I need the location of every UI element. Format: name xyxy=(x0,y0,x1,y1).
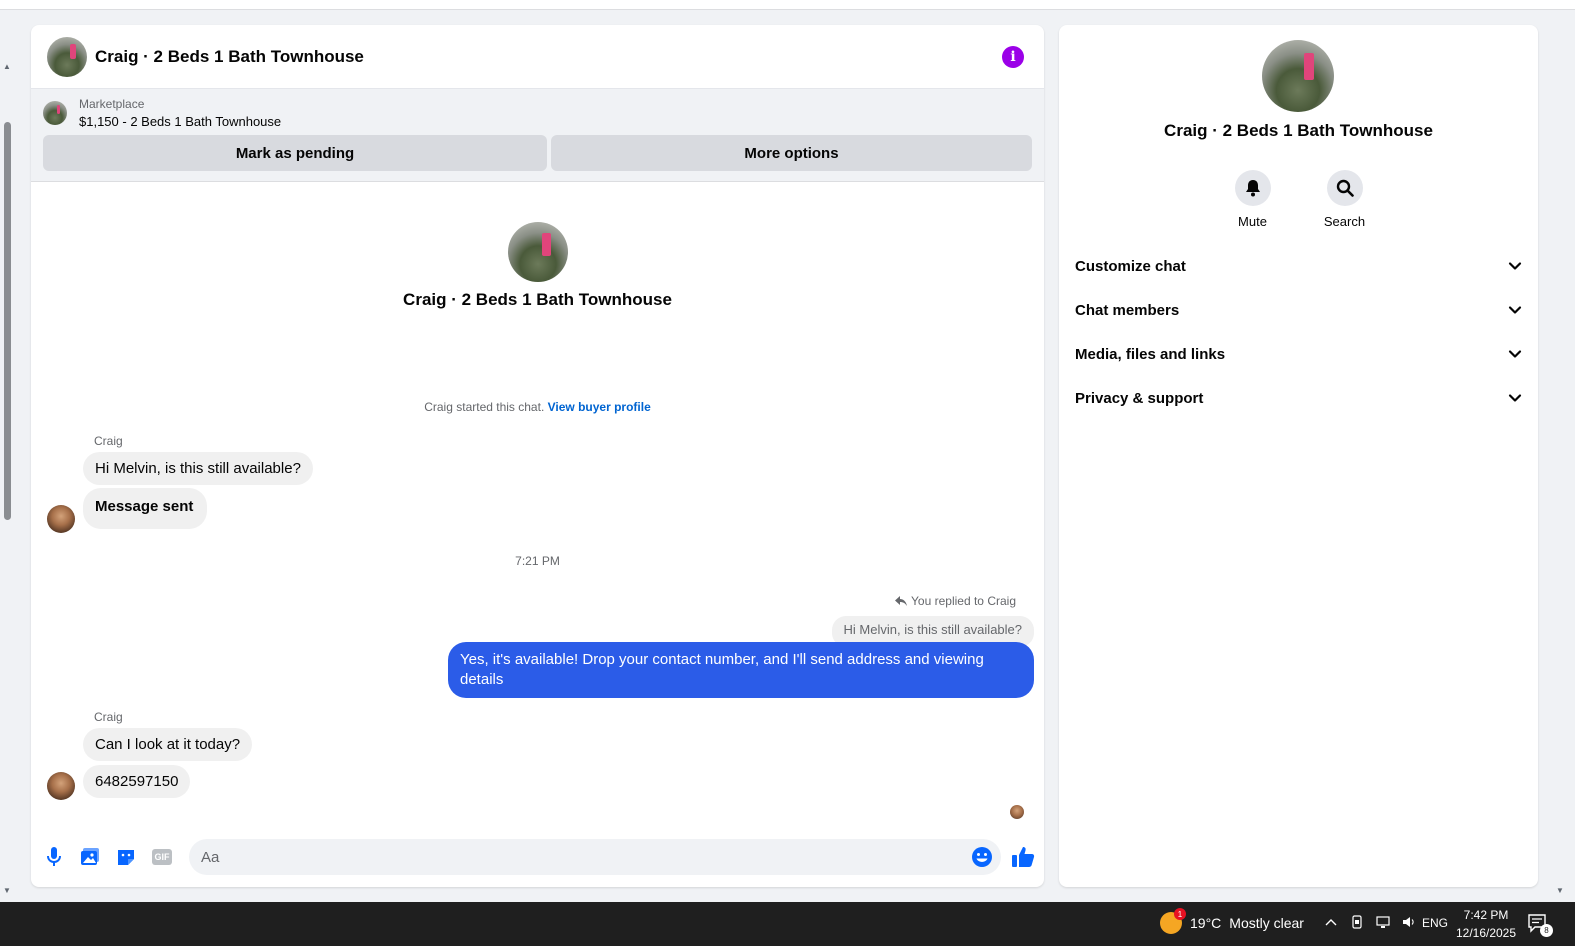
incoming-message[interactable]: Hi Melvin, is this still available? xyxy=(83,452,313,485)
scroll-up-arrow-icon[interactable]: ▲ xyxy=(3,62,11,71)
language-indicator[interactable]: ENG xyxy=(1422,916,1448,930)
chat-title[interactable]: Craig · 2 Beds 1 Bath Townhouse xyxy=(95,47,364,67)
taskbar: 1 19°C Mostly clear ENG 7:42 PM 12/16/20… xyxy=(0,902,1575,946)
sidebar-item-customize-chat[interactable]: Customize chat xyxy=(1059,244,1538,288)
mute-button[interactable]: Mute xyxy=(1225,170,1281,229)
craig-avatar[interactable] xyxy=(47,772,75,800)
notification-count: 8 xyxy=(1540,924,1553,937)
weather-badge: 1 xyxy=(1174,908,1186,920)
sidebar-item-label: Customize chat xyxy=(1075,257,1186,275)
sidebar-item-privacy-support[interactable]: Privacy & support xyxy=(1059,376,1538,420)
sidebar-menu: Customize chat Chat members Media, files… xyxy=(1059,244,1538,420)
marketplace-banner: Marketplace $1,150 - 2 Beds 1 Bath Townh… xyxy=(31,89,1044,182)
page-scrollbar[interactable]: ▲ ▼ xyxy=(0,10,14,902)
volume-icon[interactable] xyxy=(1402,915,1416,929)
sidebar-item-media-files-links[interactable]: Media, files and links xyxy=(1059,332,1538,376)
weather-widget[interactable]: 1 19°C Mostly clear xyxy=(1160,908,1304,934)
weather-icon: 1 xyxy=(1160,908,1186,934)
marketplace-label: Marketplace xyxy=(79,97,145,111)
chat-intro: Craig · 2 Beds 1 Bath Townhouse xyxy=(31,222,1044,310)
message-input[interactable] xyxy=(189,839,1001,875)
started-text: Craig started this chat. xyxy=(424,400,545,414)
mute-label: Mute xyxy=(1238,214,1267,229)
sidebar-avatar[interactable] xyxy=(1262,40,1334,112)
clock-date: 12/16/2025 xyxy=(1455,926,1517,940)
sidebar-actions: Mute Search xyxy=(1059,170,1538,229)
search-icon xyxy=(1336,179,1354,197)
chevron-down-icon xyxy=(1508,350,1522,358)
intro-avatar xyxy=(507,222,568,282)
craig-avatar[interactable] xyxy=(47,505,75,533)
weather-temp: 19°C xyxy=(1190,915,1222,931)
sticker-icon[interactable] xyxy=(115,846,137,868)
info-icon[interactable]: i xyxy=(1002,45,1024,68)
bell-icon xyxy=(1245,180,1260,197)
time-separator: 7:21 PM xyxy=(515,554,560,568)
chevron-up-icon[interactable] xyxy=(1324,915,1338,929)
network-icon[interactable] xyxy=(1376,915,1390,929)
meet-icon[interactable] xyxy=(1350,915,1364,929)
more-options-button[interactable]: More options xyxy=(551,135,1032,171)
sidebar-title: Craig · 2 Beds 1 Bath Townhouse xyxy=(1164,121,1433,140)
scroll-down-arrow-icon[interactable]: ▼ xyxy=(3,886,11,895)
clock[interactable]: 7:42 PM 12/16/2025 xyxy=(1454,906,1518,942)
sender-name: Craig xyxy=(94,710,123,724)
sender-name: Craig xyxy=(94,434,123,448)
chat-info-sidebar: Craig · 2 Beds 1 Bath Townhouse Mute Sea… xyxy=(1059,25,1538,887)
system-tray xyxy=(1324,915,1416,929)
message-composer: GIF xyxy=(31,837,1044,877)
mark-as-pending-button[interactable]: Mark as pending xyxy=(43,135,547,171)
search-button[interactable]: Search xyxy=(1317,170,1373,229)
chat-panel: Craig · 2 Beds 1 Bath Townhouse i Market… xyxy=(31,25,1044,887)
gif-icon[interactable]: GIF xyxy=(151,846,173,868)
reply-arrow-icon xyxy=(895,596,908,606)
weather-description: Mostly clear xyxy=(1229,915,1304,931)
scrollbar-thumb[interactable] xyxy=(4,122,11,520)
chevron-down-icon xyxy=(1508,394,1522,402)
sidebar-item-chat-members[interactable]: Chat members xyxy=(1059,288,1538,332)
listing-thumbnail[interactable] xyxy=(43,101,67,125)
sidebar-item-label: Media, files and links xyxy=(1075,345,1226,363)
view-buyer-profile-link[interactable]: View buyer profile xyxy=(548,400,651,414)
scroll-down-arrow-icon[interactable]: ▼ xyxy=(1556,886,1564,895)
emoji-icon[interactable] xyxy=(971,846,993,868)
photo-icon[interactable] xyxy=(79,846,101,868)
chevron-down-icon xyxy=(1508,306,1522,314)
outgoing-message[interactable]: Yes, it's available! Drop your contact n… xyxy=(448,642,1034,698)
sidebar-item-label: Chat members xyxy=(1075,301,1180,319)
incoming-message[interactable]: 6482597150 xyxy=(83,765,191,798)
replied-label: You replied to Craig xyxy=(895,594,1016,608)
incoming-message[interactable]: Can I look at it today? xyxy=(83,728,253,761)
chevron-down-icon xyxy=(1508,262,1522,270)
seen-indicator-avatar xyxy=(1010,805,1024,819)
browser-top-strip xyxy=(0,0,1575,10)
message-list[interactable]: Craig · 2 Beds 1 Bath Townhouse Craig st… xyxy=(31,182,1044,822)
clock-time: 7:42 PM xyxy=(1463,908,1509,922)
sidebar-item-label: Privacy & support xyxy=(1075,389,1204,407)
replied-text: You replied to Craig xyxy=(911,594,1016,608)
listing-title[interactable]: $1,150 - 2 Beds 1 Bath Townhouse xyxy=(79,114,281,129)
incoming-message[interactable]: Message sent xyxy=(83,488,208,529)
chat-header: Craig · 2 Beds 1 Bath Townhouse i xyxy=(31,25,1044,89)
notification-center-icon[interactable]: 8 xyxy=(1527,913,1553,937)
chat-avatar[interactable] xyxy=(47,36,87,77)
intro-title: Craig · 2 Beds 1 Bath Townhouse xyxy=(403,290,672,309)
chat-started-notice: Craig started this chat. View buyer prof… xyxy=(31,400,1044,414)
microphone-icon[interactable] xyxy=(43,846,65,868)
search-label: Search xyxy=(1323,214,1366,229)
thumbs-up-icon[interactable] xyxy=(1011,845,1035,869)
